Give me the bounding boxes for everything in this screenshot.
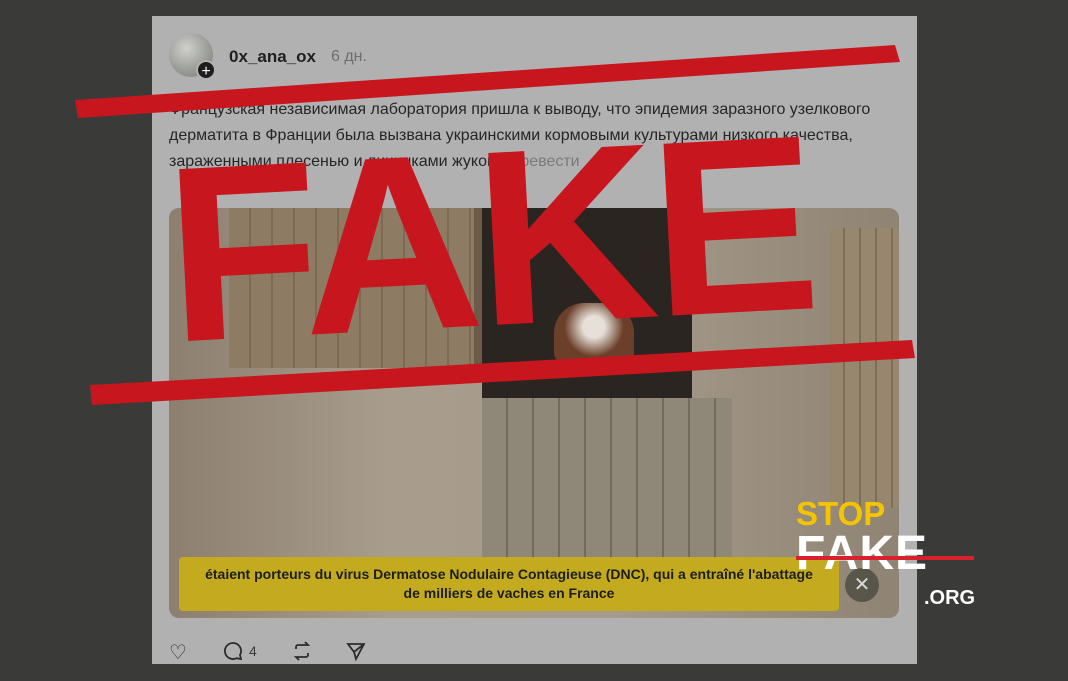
logo-org: .ORG	[924, 587, 976, 609]
translate-link[interactable]: Перевести	[500, 153, 580, 170]
video-frame[interactable]: étaient porteurs du virus Dermatose Nodu…	[169, 208, 899, 618]
stopfake-logo: STOP FAKE .ORG	[796, 495, 981, 615]
barn-side-door	[829, 228, 899, 508]
video-caption: étaient porteurs du virus Dermatose Nodu…	[179, 557, 839, 611]
plus-icon[interactable]: +	[196, 60, 216, 80]
barn-shutter	[229, 208, 482, 368]
logo-fake: FAKE	[796, 527, 929, 580]
username[interactable]: 0x_ana_ox	[229, 47, 316, 67]
repost-icon[interactable]	[291, 640, 313, 668]
barn-door	[482, 398, 732, 568]
video-caption-line1: étaient porteurs du virus Dermatose Nodu…	[205, 566, 813, 582]
logo-strike	[796, 556, 974, 560]
cow-image	[554, 303, 634, 363]
post-text: Французская независимая лаборатория приш…	[169, 97, 894, 175]
video-caption-line2: de milliers de vaches en France	[403, 585, 615, 601]
post-time: 6 дн.	[331, 48, 367, 65]
comment-icon[interactable]	[222, 640, 244, 668]
heart-icon[interactable]: ♡	[169, 640, 187, 665]
send-icon[interactable]	[345, 640, 367, 668]
reply-count: 4	[249, 643, 257, 659]
